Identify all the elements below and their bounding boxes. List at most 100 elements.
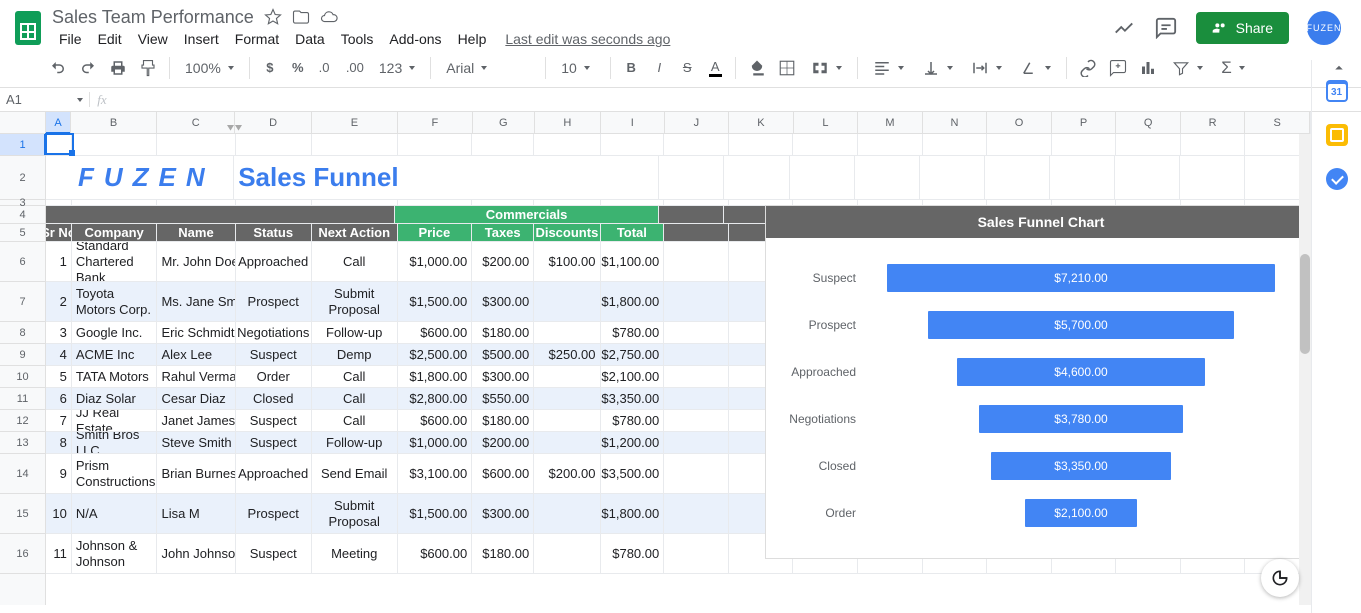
currency-icon[interactable]: $ bbox=[257, 54, 283, 82]
total-cell[interactable]: $2,750.00 bbox=[601, 344, 665, 365]
explore-button[interactable] bbox=[1261, 559, 1299, 597]
menu-addons[interactable]: Add-ons bbox=[382, 29, 448, 49]
account-avatar[interactable]: FUZEN bbox=[1307, 11, 1341, 45]
cell[interactable] bbox=[664, 366, 729, 387]
tax-cell[interactable]: $300.00 bbox=[472, 494, 534, 533]
undo-icon[interactable] bbox=[44, 54, 72, 82]
zoom-dropdown[interactable]: 100% bbox=[177, 56, 242, 80]
cell[interactable] bbox=[664, 242, 729, 281]
table-header[interactable]: Sr No bbox=[46, 224, 72, 241]
name-cell[interactable]: Brian Burnes bbox=[157, 454, 235, 493]
price-cell[interactable]: $1,500.00 bbox=[398, 282, 473, 321]
cell[interactable] bbox=[1116, 134, 1181, 155]
price-cell[interactable]: $2,500.00 bbox=[398, 344, 473, 365]
status-cell[interactable]: Suspect bbox=[236, 410, 312, 431]
row-header-7[interactable]: 7 bbox=[0, 282, 45, 322]
table-header[interactable]: Company bbox=[72, 224, 158, 241]
srno-cell[interactable]: 5 bbox=[46, 366, 72, 387]
col-header-I[interactable]: I bbox=[601, 112, 665, 133]
formula-input[interactable] bbox=[114, 92, 1361, 107]
col-header-O[interactable]: O bbox=[987, 112, 1052, 133]
col-header-L[interactable]: L bbox=[794, 112, 859, 133]
action-cell[interactable]: Call bbox=[312, 366, 398, 387]
cell[interactable] bbox=[312, 200, 398, 205]
dec-increase-icon[interactable]: .00 bbox=[341, 54, 369, 82]
cell[interactable] bbox=[664, 322, 729, 343]
fill-color-icon[interactable] bbox=[743, 54, 771, 82]
cell[interactable] bbox=[664, 494, 729, 533]
tax-cell[interactable]: $200.00 bbox=[472, 432, 534, 453]
cell[interactable] bbox=[72, 134, 158, 155]
company-cell[interactable]: Google Inc. bbox=[72, 322, 158, 343]
srno-cell[interactable]: 7 bbox=[46, 410, 72, 431]
tax-cell[interactable]: $600.00 bbox=[472, 454, 534, 493]
srno-cell[interactable]: 11 bbox=[46, 534, 72, 573]
col-header-C[interactable]: C bbox=[157, 112, 235, 133]
format-123-dropdown[interactable]: 123 bbox=[371, 56, 423, 80]
menu-help[interactable]: Help bbox=[451, 29, 494, 49]
cell[interactable] bbox=[858, 134, 923, 155]
name-cell[interactable]: John Johnson bbox=[157, 534, 235, 573]
name-box[interactable]: A1 bbox=[0, 92, 90, 107]
doc-title[interactable]: Sales Team Performance bbox=[52, 7, 254, 28]
price-cell[interactable]: $1,000.00 bbox=[398, 242, 473, 281]
row-header-10[interactable]: 10 bbox=[0, 366, 45, 388]
col-header-A[interactable]: A bbox=[46, 112, 71, 133]
cell[interactable] bbox=[472, 134, 534, 155]
cloud-icon[interactable] bbox=[320, 8, 338, 26]
col-header-E[interactable]: E bbox=[312, 112, 398, 133]
cell[interactable] bbox=[664, 534, 729, 573]
cell-heading[interactable]: Sales Funnel bbox=[234, 156, 659, 199]
dec-decrease-icon[interactable]: .0 bbox=[313, 54, 339, 82]
company-cell[interactable]: Toyota Motors Corp. bbox=[72, 282, 158, 321]
cell[interactable] bbox=[398, 134, 473, 155]
status-cell[interactable]: Suspect bbox=[236, 534, 312, 573]
cell[interactable] bbox=[664, 432, 729, 453]
tax-cell[interactable]: $180.00 bbox=[472, 534, 534, 573]
discount-cell[interactable] bbox=[534, 282, 600, 321]
discount-cell[interactable] bbox=[534, 388, 600, 409]
price-cell[interactable]: $1,500.00 bbox=[398, 494, 473, 533]
menu-data[interactable]: Data bbox=[288, 29, 332, 49]
cell[interactable] bbox=[46, 134, 72, 155]
company-cell[interactable]: Diaz Solar bbox=[72, 388, 158, 409]
funnel-chart[interactable]: Sales Funnel ChartSuspect$7,210.00Prospe… bbox=[765, 205, 1311, 559]
calendar-icon[interactable] bbox=[1326, 80, 1348, 102]
col-header-F[interactable]: F bbox=[398, 112, 473, 133]
link-icon[interactable] bbox=[1074, 54, 1102, 82]
discount-cell[interactable] bbox=[534, 366, 600, 387]
col-header-D[interactable]: D bbox=[235, 112, 312, 133]
total-cell[interactable]: $1,100.00 bbox=[601, 242, 665, 281]
sheets-logo[interactable] bbox=[8, 8, 48, 48]
total-cell[interactable]: $1,800.00 bbox=[601, 282, 665, 321]
row-header-16[interactable]: 16 bbox=[0, 534, 45, 574]
cell[interactable] bbox=[236, 134, 312, 155]
name-cell[interactable]: Lisa M bbox=[157, 494, 235, 533]
font-dropdown[interactable]: Arial bbox=[438, 56, 538, 80]
price-cell[interactable]: $3,100.00 bbox=[398, 454, 473, 493]
wrap-icon[interactable] bbox=[963, 55, 1010, 81]
row-header-14[interactable]: 14 bbox=[0, 454, 45, 494]
comment-icon[interactable] bbox=[1104, 54, 1132, 82]
discount-cell[interactable] bbox=[534, 534, 600, 573]
status-cell[interactable]: Suspect bbox=[236, 432, 312, 453]
total-cell[interactable]: $780.00 bbox=[601, 534, 665, 573]
srno-cell[interactable]: 9 bbox=[46, 454, 72, 493]
halign-icon[interactable] bbox=[865, 55, 912, 81]
menu-file[interactable]: File bbox=[52, 29, 89, 49]
price-cell[interactable]: $1,800.00 bbox=[398, 366, 473, 387]
share-button[interactable]: Share bbox=[1196, 12, 1289, 44]
discount-cell[interactable] bbox=[534, 322, 600, 343]
menu-format[interactable]: Format bbox=[228, 29, 286, 49]
cell[interactable] bbox=[236, 200, 312, 205]
action-cell[interactable]: Send Email bbox=[312, 454, 398, 493]
keep-icon[interactable] bbox=[1326, 124, 1348, 146]
cell[interactable] bbox=[72, 200, 158, 205]
comments-icon[interactable] bbox=[1154, 16, 1178, 40]
menu-tools[interactable]: Tools bbox=[334, 29, 381, 49]
action-cell[interactable]: Submit Proposal bbox=[312, 494, 398, 533]
table-header[interactable]: Status bbox=[236, 224, 312, 241]
action-cell[interactable]: Meeting bbox=[312, 534, 398, 573]
total-cell[interactable]: $3,500.00 bbox=[601, 454, 665, 493]
total-cell[interactable]: $2,100.00 bbox=[601, 366, 665, 387]
